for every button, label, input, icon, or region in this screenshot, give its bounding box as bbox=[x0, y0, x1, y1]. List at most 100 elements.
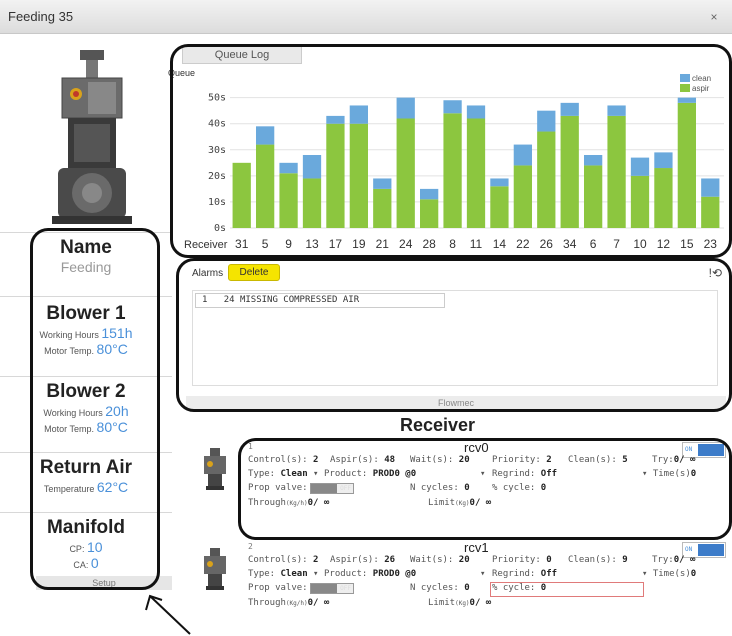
alarms-panel: Alarms Delete !⟲ 1 24 MISSING COMPRESSED… bbox=[186, 262, 726, 410]
pcycle-field: % cycle: 0 bbox=[492, 483, 547, 493]
bar-aspir bbox=[701, 196, 720, 228]
receiver-icon bbox=[204, 548, 226, 590]
aspir-field: Aspir(s): 26 bbox=[330, 555, 396, 565]
wait-field: Wait(s): 20 bbox=[410, 555, 470, 565]
bar-aspir bbox=[302, 178, 322, 228]
x-tick-label: 23 bbox=[704, 237, 718, 251]
bar-aspir bbox=[232, 162, 251, 228]
blower2-hours: Working Hours 20h bbox=[0, 403, 172, 419]
try-field: Try:0/ ∞ bbox=[652, 555, 696, 565]
bar-clean bbox=[396, 97, 415, 119]
x-tick-label: 21 bbox=[376, 237, 390, 251]
time-field[interactable]: ▾ Time(s)0 bbox=[642, 569, 696, 579]
bar-aspir bbox=[443, 113, 462, 228]
window-title: Feeding 35 bbox=[8, 9, 74, 24]
try-field: Try:0/ ∞ bbox=[652, 455, 696, 465]
product-select[interactable]: Product: PROD0 @0 bbox=[324, 569, 416, 579]
clean-field: Clean(s): 9 bbox=[568, 555, 628, 565]
x-tick-label: 6 bbox=[590, 237, 597, 251]
bar-clean bbox=[630, 157, 650, 176]
chevron-down-icon[interactable]: ▾ bbox=[480, 469, 485, 479]
priority-field: Priority: 0 bbox=[492, 555, 552, 565]
prop-valve-switch[interactable]: OFF bbox=[310, 483, 354, 494]
bar-aspir bbox=[256, 144, 275, 228]
alarm-list[interactable]: 1 24 MISSING COMPRESSED AIR bbox=[192, 290, 718, 386]
legend-swatch bbox=[680, 84, 690, 92]
alarms-title: Alarms bbox=[192, 268, 224, 279]
close-icon[interactable]: × bbox=[706, 9, 722, 25]
x-axis-label: Receiver bbox=[184, 239, 228, 251]
ca-value: 0 bbox=[90, 555, 99, 571]
type-select[interactable]: Type: Clean ▾ bbox=[248, 569, 318, 579]
x-tick-label: 9 bbox=[285, 237, 292, 251]
y-tick-label: 10s bbox=[208, 197, 226, 208]
toggle-knob bbox=[698, 544, 724, 556]
ncycles-field: N cycles: 0 bbox=[410, 483, 470, 493]
x-tick-label: 13 bbox=[305, 237, 319, 251]
bar-clean bbox=[537, 110, 556, 132]
legend-label: clean bbox=[692, 74, 711, 83]
bar-aspir bbox=[607, 115, 626, 228]
manifold-section: Manifold CP: 10 CA: 0 bbox=[0, 512, 172, 574]
receiver-name: rcv0 bbox=[464, 440, 489, 455]
bar-clean bbox=[256, 126, 275, 145]
alarms-footer: Flowmec bbox=[186, 396, 726, 410]
bar-clean bbox=[420, 188, 439, 200]
x-tick-label: 7 bbox=[613, 237, 620, 251]
window-titlebar: Feeding 35 × bbox=[0, 0, 732, 34]
receiver-number: 1 bbox=[248, 442, 253, 451]
x-tick-label: 26 bbox=[540, 237, 554, 251]
regrind-select-box[interactable] bbox=[490, 582, 644, 597]
delete-button[interactable]: Delete bbox=[228, 264, 280, 281]
machine-image bbox=[52, 50, 132, 224]
x-tick-label: 8 bbox=[449, 237, 456, 251]
working-hours-value: 151h bbox=[101, 325, 133, 341]
blower2-heading: Blower 2 bbox=[46, 381, 126, 402]
chevron-down-icon[interactable]: ▾ bbox=[480, 569, 485, 579]
receiver-icon bbox=[204, 448, 226, 490]
prop-valve-switch[interactable]: OFF bbox=[310, 583, 354, 594]
product-select[interactable]: Product: PROD0 @0 bbox=[324, 469, 416, 479]
receiver-name: rcv1 bbox=[464, 540, 489, 555]
ca-label: CA: bbox=[73, 560, 89, 570]
motor-temp-label: Motor Temp. bbox=[44, 424, 95, 434]
ca-row: CA: 0 bbox=[0, 555, 172, 571]
time-field[interactable]: ▾ Time(s)0 bbox=[642, 469, 696, 479]
bar-aspir bbox=[654, 168, 673, 228]
bar-clean bbox=[302, 155, 322, 179]
cp-row: CP: 10 bbox=[0, 539, 172, 555]
bar-aspir bbox=[373, 188, 392, 228]
bar-aspir bbox=[349, 123, 368, 228]
legend-swatch bbox=[680, 74, 690, 82]
x-tick-label: 12 bbox=[657, 237, 671, 251]
type-select[interactable]: Type: Clean ▾ bbox=[248, 469, 318, 479]
bar-aspir bbox=[279, 173, 298, 228]
y-tick-label: 50s bbox=[208, 93, 226, 104]
list-item[interactable]: 1 24 MISSING COMPRESSED AIR bbox=[195, 293, 445, 308]
x-tick-label: 10 bbox=[633, 237, 647, 251]
bar-clean bbox=[701, 178, 720, 197]
y-tick-label: 40s bbox=[208, 119, 226, 130]
x-tick-label: 17 bbox=[329, 237, 343, 251]
name-value: Feeding bbox=[60, 259, 112, 275]
bar-aspir bbox=[466, 118, 486, 228]
y-tick-label: 20s bbox=[208, 171, 226, 182]
bar-clean bbox=[607, 105, 626, 116]
regrind-select[interactable]: Regrind: Off bbox=[492, 469, 557, 479]
x-tick-label: 14 bbox=[493, 237, 507, 251]
bar-aspir bbox=[326, 123, 345, 228]
y-tick-label: 0s bbox=[214, 223, 226, 234]
regrind-select[interactable]: Regrind: Off bbox=[492, 569, 557, 579]
legend-label: aspir bbox=[692, 84, 710, 93]
bar-aspir bbox=[677, 102, 696, 228]
bar-clean bbox=[349, 105, 368, 124]
receiver-card: 1 rcv0 ON Control(s): 2 Aspir(s): 48 Wait(s):… bbox=[196, 438, 726, 534]
x-tick-label: 22 bbox=[516, 237, 530, 251]
receiver-card: 2 rcv1 ON Control(s): 2 Aspir(s): 26 Wait(s):… bbox=[196, 538, 726, 634]
working-hours-value: 20h bbox=[105, 403, 129, 419]
clean-field: Clean(s): 5 bbox=[568, 455, 628, 465]
x-tick-label: 28 bbox=[422, 237, 436, 251]
history-icon[interactable]: !⟲ bbox=[709, 266, 722, 280]
through-field: Through(Kg/h)0/ ∞ bbox=[248, 598, 330, 608]
setup-button[interactable]: Setup bbox=[36, 576, 172, 590]
